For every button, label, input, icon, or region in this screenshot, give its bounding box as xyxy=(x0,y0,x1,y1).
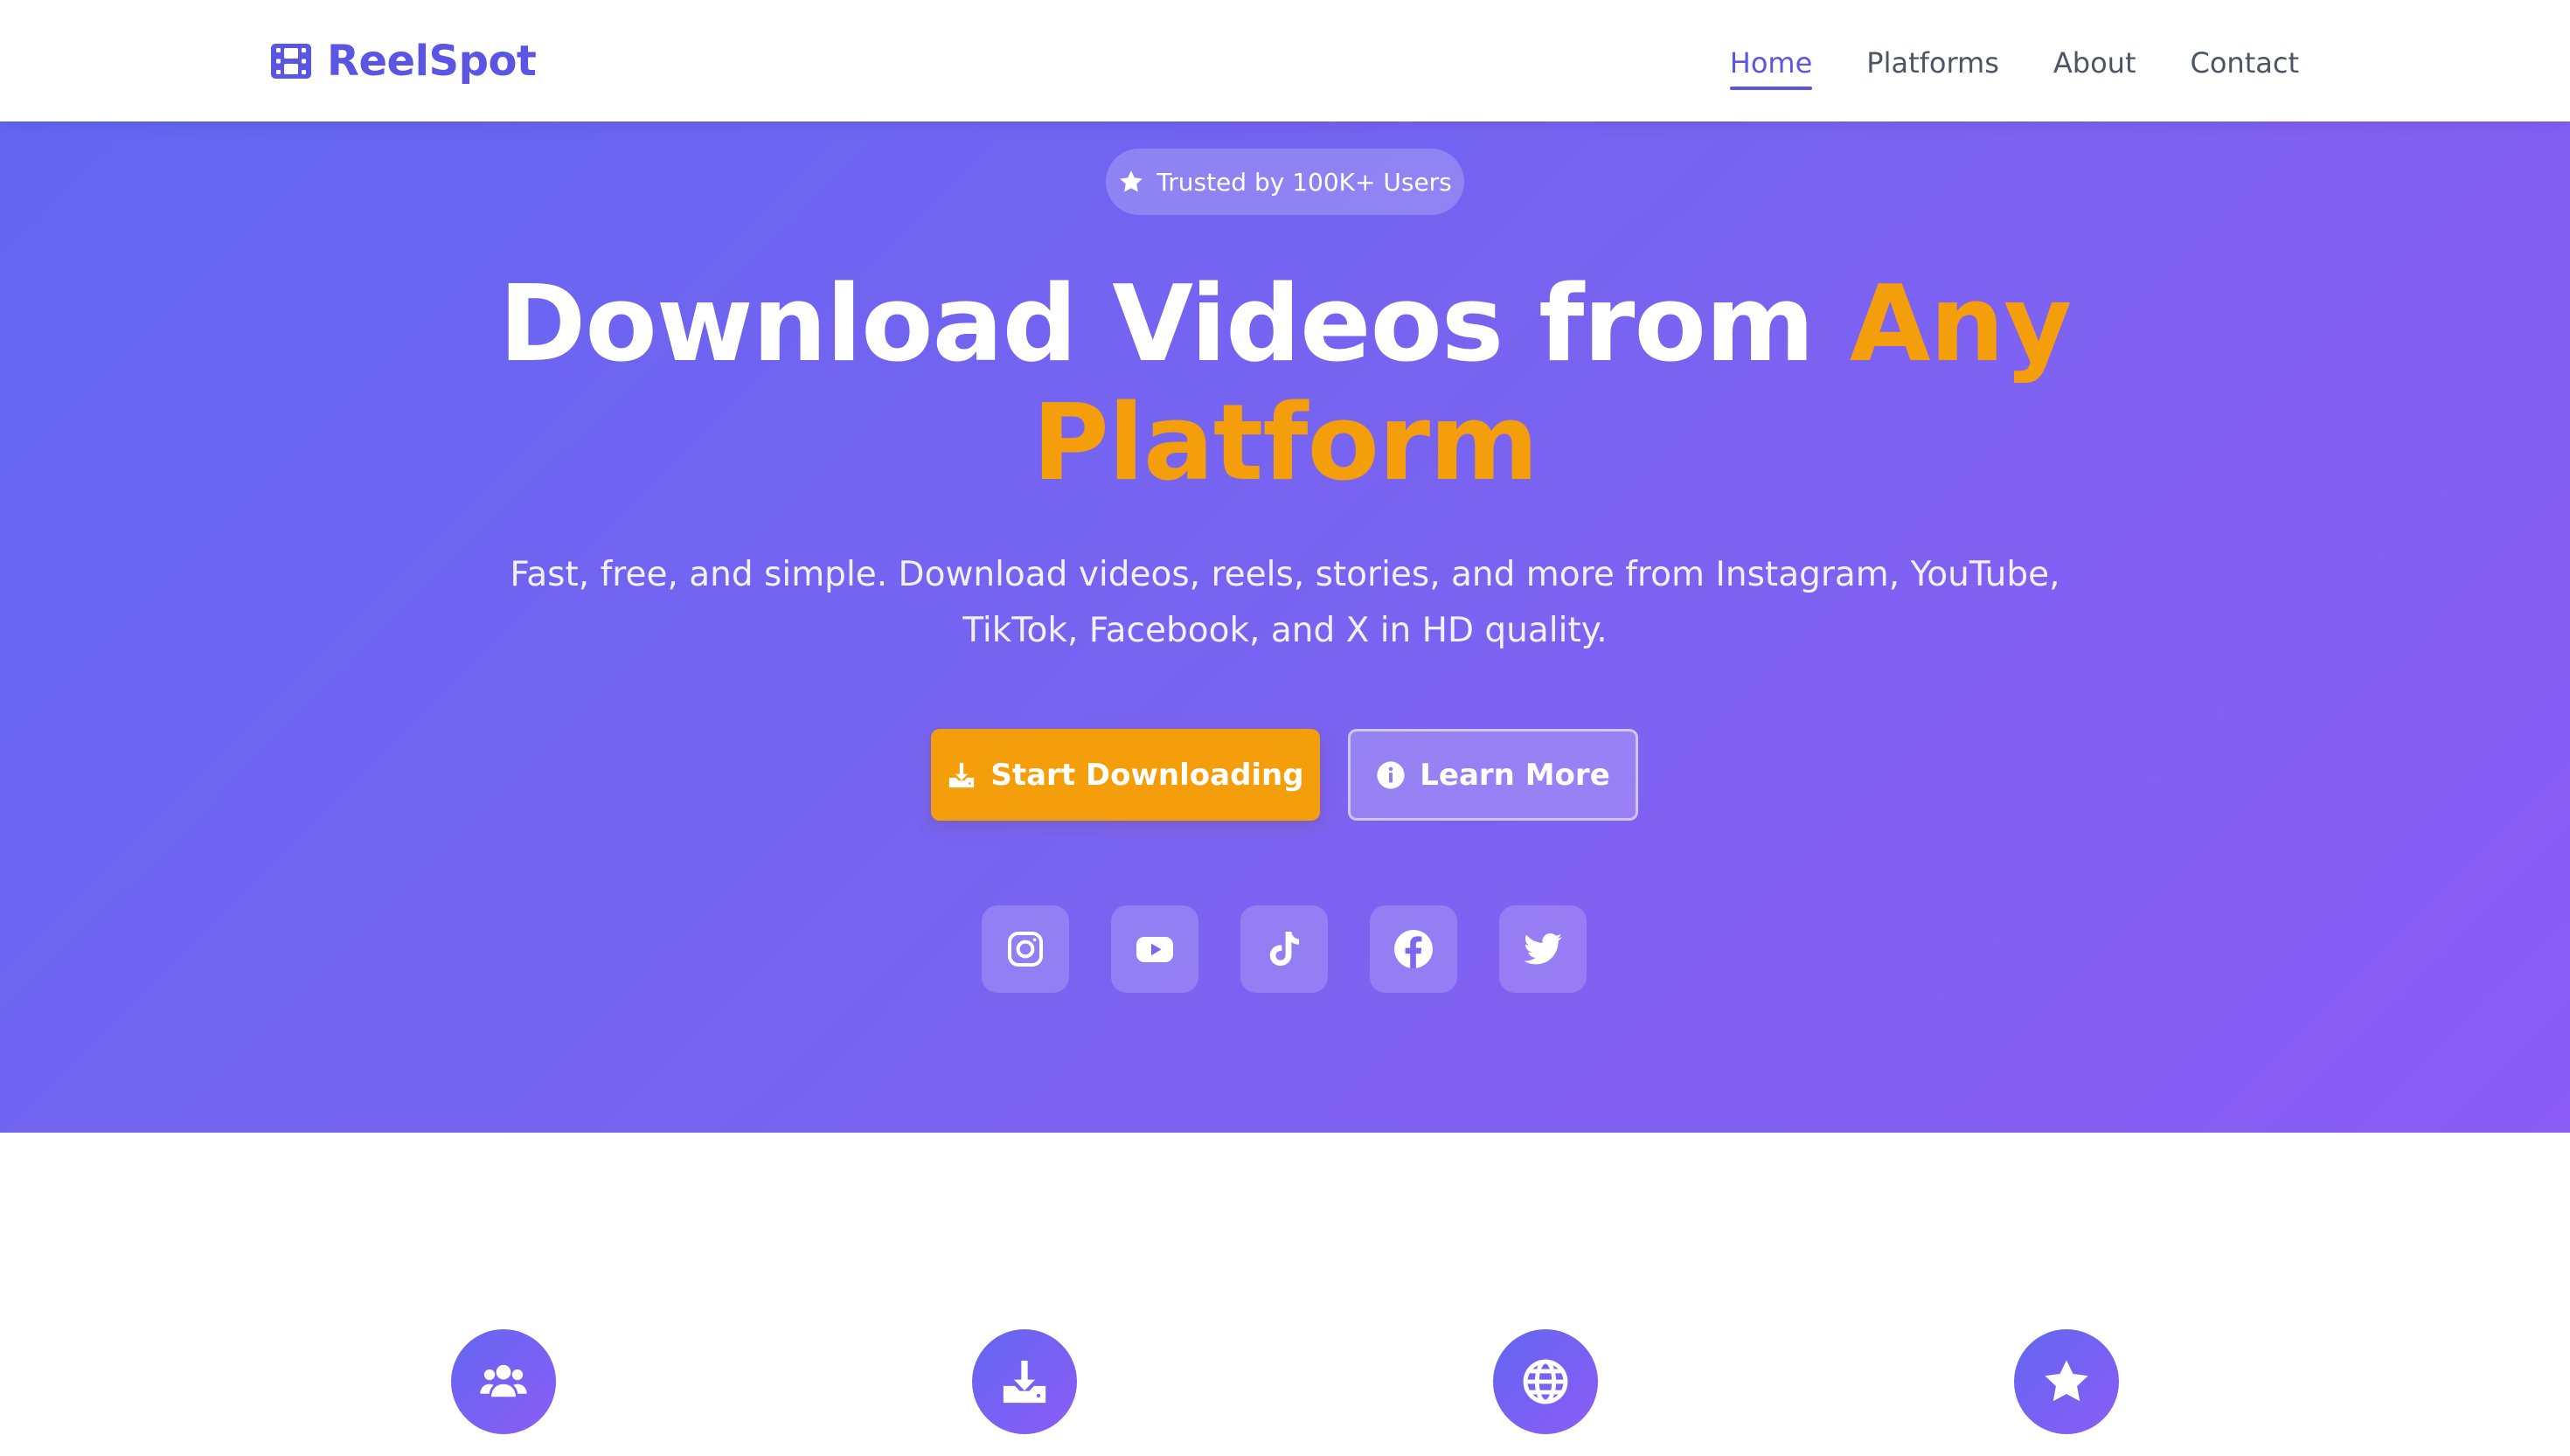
youtube-button[interactable] xyxy=(1111,905,1198,993)
star-icon xyxy=(1118,169,1144,195)
users-icon xyxy=(478,1356,529,1407)
learn-more-label: Learn More xyxy=(1420,757,1610,793)
navbar: ReelSpot Home Platforms About Contact xyxy=(0,0,2570,121)
globe-icon xyxy=(1520,1356,1571,1407)
platform-icons-row xyxy=(982,905,1587,993)
film-icon xyxy=(269,42,313,80)
feature-download-badge xyxy=(972,1329,1077,1434)
hero-title-main: Download Videos from xyxy=(498,264,1850,385)
download-icon xyxy=(947,760,976,790)
trust-badge-text: Trusted by 100K+ Users xyxy=(1156,167,1452,197)
nav-link-contact[interactable]: Contact xyxy=(2191,41,2300,85)
download-icon xyxy=(999,1356,1050,1407)
feature-users-badge xyxy=(451,1329,556,1434)
youtube-icon xyxy=(1134,928,1176,970)
nav-link-about[interactable]: About xyxy=(2053,41,2136,85)
nav-link-platforms[interactable]: Platforms xyxy=(1866,41,1999,85)
star-icon xyxy=(2041,1356,2092,1407)
main-nav: Home Platforms About Contact xyxy=(1729,35,2300,91)
learn-more-button[interactable]: Learn More xyxy=(1348,729,1638,821)
nav-link-home[interactable]: Home xyxy=(1729,41,1812,90)
start-downloading-label: Start Downloading xyxy=(990,757,1304,793)
hero-title: Download Videos from Any Platform xyxy=(498,264,2073,503)
instagram-icon xyxy=(1004,928,1046,970)
facebook-button[interactable] xyxy=(1370,905,1457,993)
feature-star-badge xyxy=(2014,1329,2119,1434)
features-section xyxy=(0,1133,2570,1456)
start-downloading-button[interactable]: Start Downloading xyxy=(931,729,1320,821)
brand-name: ReelSpot xyxy=(327,37,537,86)
facebook-icon xyxy=(1393,928,1434,970)
hero-subtitle: Fast, free, and simple. Download videos,… xyxy=(510,555,2060,650)
twitter-button[interactable] xyxy=(1499,905,1587,993)
brand-logo-link[interactable]: ReelSpot xyxy=(269,33,537,89)
hero-section: Trusted by 100K+ Users Download Videos f… xyxy=(0,121,2570,1133)
feature-globe-badge xyxy=(1493,1329,1598,1434)
tiktok-icon xyxy=(1263,928,1305,970)
twitter-icon xyxy=(1522,928,1564,970)
trust-badge: Trusted by 100K+ Users xyxy=(1106,149,1464,215)
tiktok-button[interactable] xyxy=(1240,905,1328,993)
info-icon xyxy=(1376,760,1406,790)
instagram-button[interactable] xyxy=(982,905,1069,993)
